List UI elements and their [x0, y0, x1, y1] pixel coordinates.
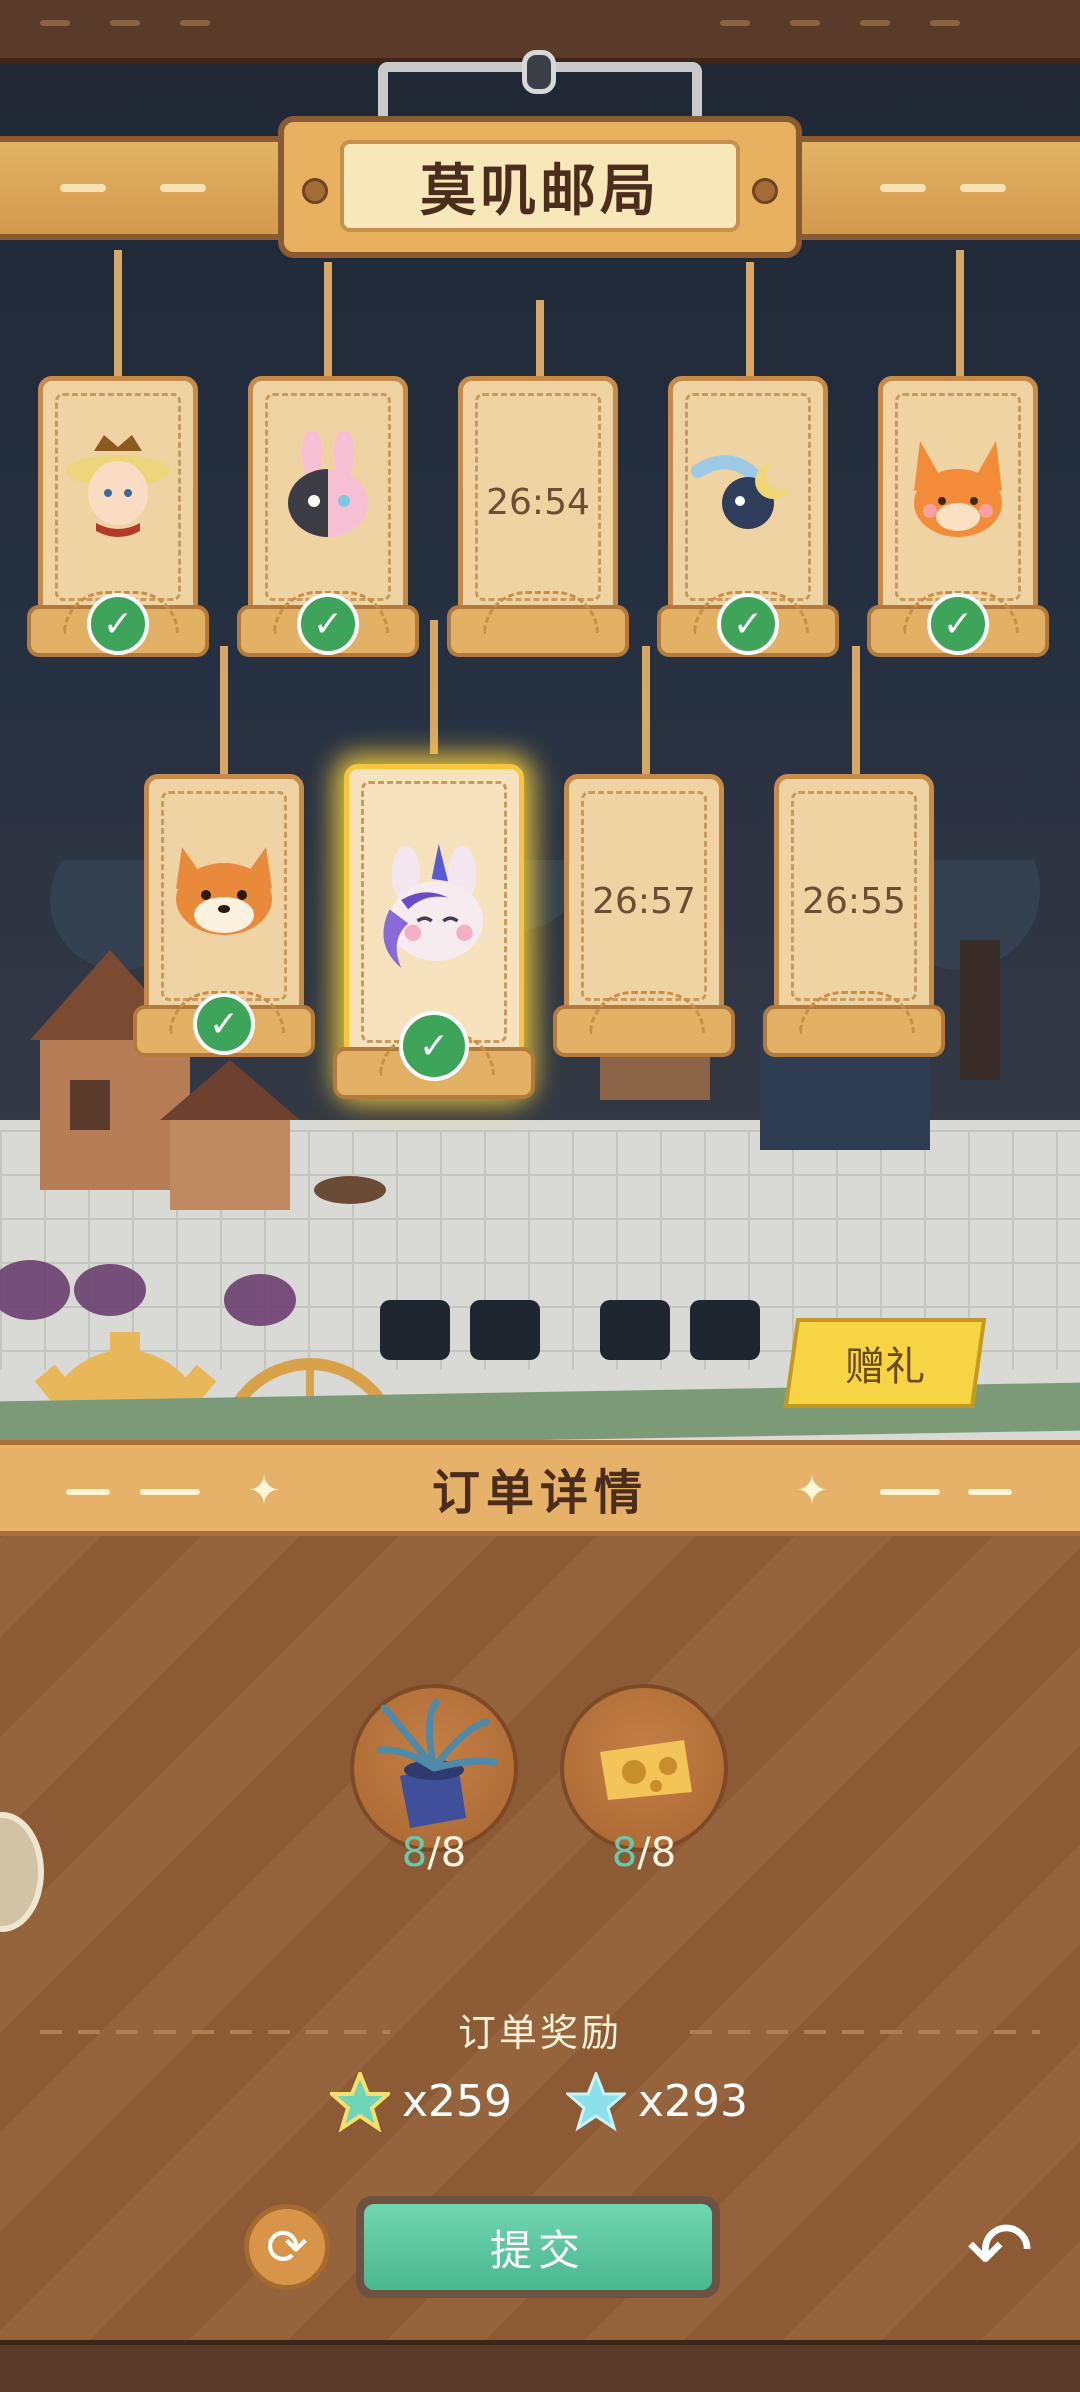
title-inner: 莫叽邮局 [340, 140, 740, 232]
order-card[interactable]: ✓ [867, 376, 1049, 657]
item-count: 8/8 [611, 1830, 677, 1876]
reward-value: x293 [638, 2076, 749, 2127]
page-title: 莫叽邮局 [420, 158, 660, 224]
done-check-icon: ✓ [193, 993, 255, 1055]
order-card[interactable]: ✓ [133, 774, 315, 1057]
submit-button-label: 提交 [364, 2204, 712, 2290]
orange-fox-icon [914, 441, 1002, 537]
order-card[interactable]: ✓ [657, 376, 839, 657]
blue-star-icon [566, 2072, 626, 2132]
done-check-icon: ✓ [717, 593, 779, 655]
order-timer: 26:54 [486, 482, 590, 524]
reward-value: x259 [402, 2076, 513, 2127]
undo-arrow-icon: ↶ [966, 2203, 1034, 2297]
done-check-icon: ✓ [399, 1011, 469, 1081]
title-plate: 莫叽邮局 [278, 116, 802, 258]
bunny-pink-black-icon [288, 431, 368, 537]
straw-hat-boy-icon [66, 435, 170, 537]
submit-button[interactable]: 提交 [356, 2196, 720, 2298]
required-item[interactable] [350, 1684, 518, 1852]
bottom-wood-strip [0, 2340, 1080, 2392]
gift-button-label: 赠礼 [845, 1344, 925, 1390]
sparkle-icon: ✦ [795, 1468, 829, 1514]
item-count: 8/8 [401, 1830, 467, 1876]
gift-button[interactable]: 赠礼 [783, 1318, 987, 1408]
done-check-icon: ✓ [297, 593, 359, 655]
order-timer: 26:55 [802, 880, 906, 922]
shiba-dog-icon [176, 847, 272, 935]
divider [40, 2030, 390, 2034]
order-card-selected[interactable]: ✓ [333, 764, 535, 1099]
order-card[interactable]: ✓ [27, 376, 209, 657]
cheese-block-icon [600, 1740, 692, 1800]
rainbow-star-icon [330, 2072, 390, 2132]
required-item[interactable] [560, 1684, 728, 1852]
back-button[interactable]: ↶ [950, 2200, 1050, 2300]
details-title: 订单详情 [431, 1465, 648, 1521]
order-card-waiting[interactable]: 26:55 [763, 774, 945, 1057]
hanger-knob [522, 50, 556, 94]
moon-bird-icon [691, 455, 790, 529]
divider [690, 2030, 1040, 2034]
order-timer: 26:57 [592, 880, 696, 922]
potted-plant-icon [376, 1698, 498, 1828]
done-check-icon: ✓ [927, 593, 989, 655]
unicorn-bunny-icon [383, 843, 484, 968]
details-header: ✦ 订单详情 ✦ [0, 1440, 1080, 1536]
rewards-title: 订单奖励 [457, 2011, 622, 2055]
refresh-icon: ⟳ [266, 2218, 308, 2276]
refresh-button[interactable]: ⟳ [244, 2204, 330, 2290]
order-card-waiting[interactable]: 26:54 [447, 376, 629, 657]
order-card-waiting[interactable]: 26:57 [553, 774, 735, 1057]
done-check-icon: ✓ [87, 593, 149, 655]
order-card[interactable]: ✓ [237, 376, 419, 657]
